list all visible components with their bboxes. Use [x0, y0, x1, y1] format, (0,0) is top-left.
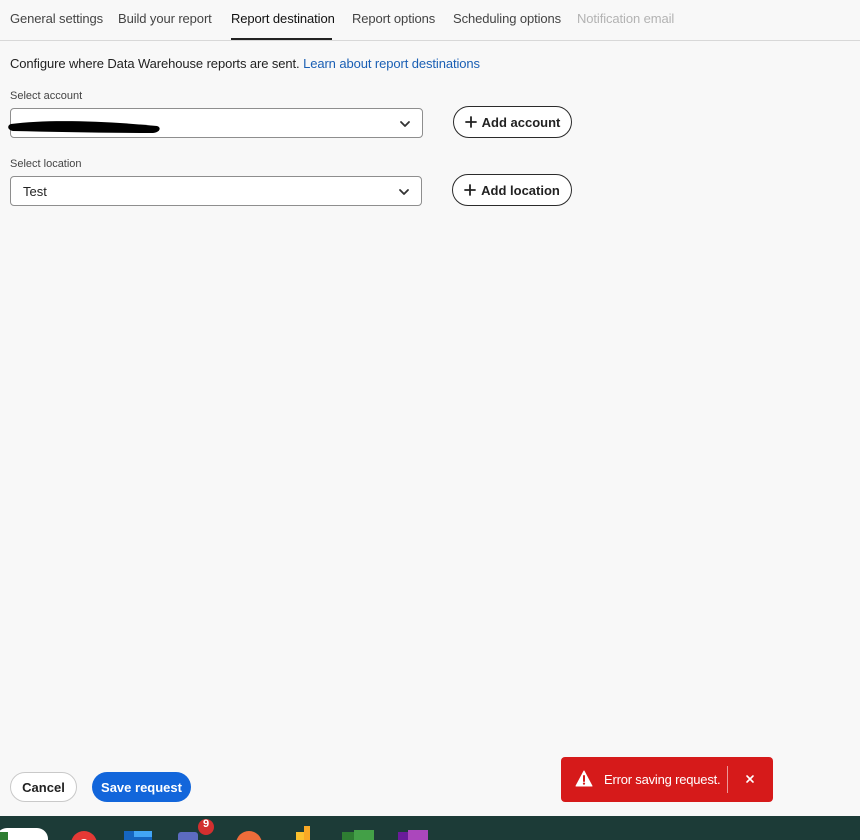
toast-divider — [727, 766, 728, 793]
add-account-button[interactable]: Add account — [453, 106, 572, 138]
account-label: Select account — [10, 90, 83, 102]
tab-notification-email: Notification email — [577, 11, 675, 26]
plus-icon — [464, 184, 477, 196]
chevron-down-icon — [400, 121, 410, 127]
chrome-icon[interactable] — [70, 830, 98, 840]
learn-more-link[interactable]: Learn about report destinations — [303, 56, 480, 71]
app-icon-yellow[interactable] — [296, 826, 316, 840]
tab-general-settings[interactable]: General settings — [10, 11, 103, 26]
cancel-button[interactable]: Cancel — [10, 772, 77, 802]
intro-description: Configure where Data Warehouse reports a… — [10, 56, 300, 71]
account-select[interactable] — [8, 108, 423, 138]
app-icon-purple[interactable] — [398, 830, 428, 840]
search-bar-edge[interactable] — [0, 826, 52, 840]
warning-icon — [575, 770, 593, 787]
location-select[interactable]: Test — [10, 176, 422, 206]
location-select-value: Test — [23, 184, 47, 199]
intro-text: Configure where Data Warehouse reports a… — [10, 56, 480, 71]
tab-build-your-report[interactable]: Build your report — [118, 11, 212, 26]
notification-badge-count: 9 — [203, 818, 210, 830]
add-account-label: Add account — [481, 114, 561, 130]
error-toast: Error saving request. — [561, 757, 773, 802]
tab-report-destination[interactable]: Report destination — [231, 11, 335, 26]
app-icon-green[interactable] — [342, 830, 374, 840]
add-location-button[interactable]: Add location — [452, 174, 572, 206]
toast-message: Error saving request. — [604, 772, 721, 787]
tab-bar: General settings Build your report Repor… — [0, 0, 860, 41]
location-label: Select location — [10, 158, 82, 170]
tab-scheduling-options[interactable]: Scheduling options — [453, 11, 561, 26]
save-request-button[interactable]: Save request — [92, 772, 191, 802]
outlook-icon[interactable] — [124, 831, 152, 840]
app-icon-orange[interactable] — [234, 830, 264, 840]
chevron-down-icon — [399, 189, 409, 195]
add-location-label: Add location — [481, 182, 560, 198]
tab-report-options[interactable]: Report options — [352, 11, 435, 26]
plus-icon — [464, 116, 477, 128]
active-tab-indicator — [231, 38, 332, 40]
redaction-mark — [8, 121, 160, 133]
os-taskbar: 9 — [0, 816, 860, 840]
close-icon[interactable] — [744, 773, 756, 785]
